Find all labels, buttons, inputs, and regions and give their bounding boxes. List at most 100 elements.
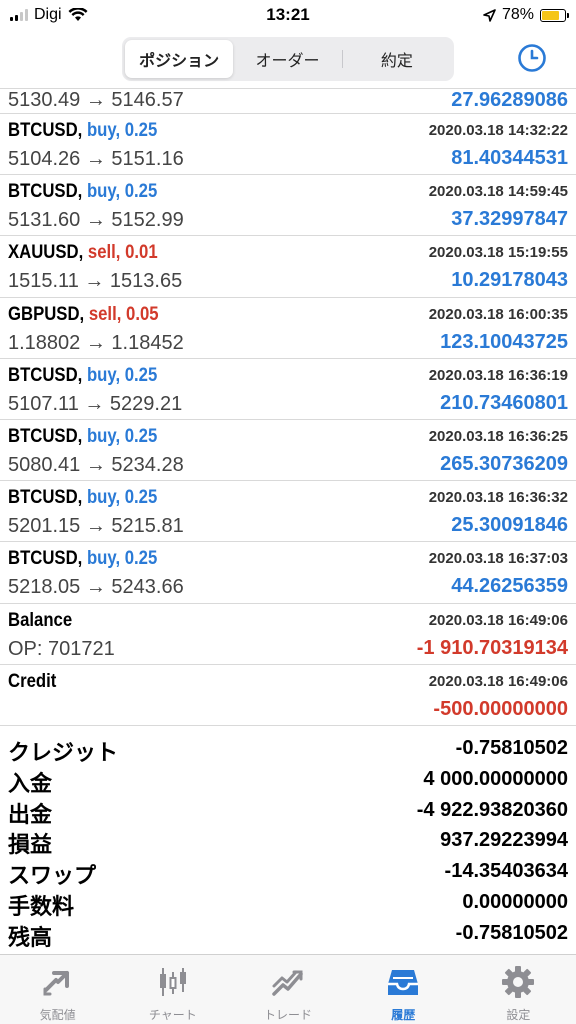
deal-time: 2020.03.18 16:36:25 (428, 427, 568, 445)
settings-icon (502, 966, 535, 998)
summary-label: 残高 (8, 924, 53, 950)
deal-profit: 10.29178043 (451, 269, 568, 292)
tabbar-label: チャート (148, 1008, 197, 1022)
summary-label: 手数料 (8, 893, 75, 919)
deal-side-volume: buy, 0.25 (86, 548, 158, 570)
summary-row: 損益 937.29223994 (0, 826, 576, 857)
deal-prices: 5131.60 → 5152.99 (8, 209, 184, 232)
summary-value: -0.75810502 (455, 921, 568, 944)
tab-orders[interactable]: オーダー (233, 40, 341, 78)
history-row[interactable]: Balance 2020.03.18 16:49:06 OP: 701721 -1 9… (0, 604, 576, 665)
deal-prices: 1515.11 → 1513.65 (8, 270, 183, 293)
deal-profit: 265.30736209 (440, 452, 568, 475)
deal-title: BTCUSD, buy, 0.25 (8, 365, 157, 387)
deal-symbol: Balance (8, 609, 73, 631)
summary-value: 4 000.00000000 (423, 767, 568, 790)
quotes-icon (43, 971, 69, 996)
summary-row: 入金 4 000.00000000 (0, 765, 576, 796)
history-row[interactable]: XAUUSD, sell, 0.01 2020.03.18 15:19:55 151… (0, 236, 576, 298)
history-row[interactable]: BTCUSD, buy, 0.25 2020.03.18 16:36:19 5107… (0, 359, 576, 420)
deal-time: 2020.03.18 16:49:06 (428, 611, 568, 629)
summary-label: 損益 (8, 832, 53, 858)
deal-profit: 81.40344531 (451, 147, 568, 169)
summary-value: -0.75810502 (455, 737, 568, 759)
deal-time: 2020.03.18 16:36:19 (428, 366, 568, 384)
deal-profit: 37.32997847 (451, 208, 568, 231)
summary-label: クレジット (8, 740, 119, 765)
clock-icon (518, 44, 546, 72)
deal-symbol: BTCUSD, (8, 364, 83, 386)
tabbar-item-history[interactable]: 履歴 (346, 955, 461, 1024)
history-icon (388, 970, 419, 995)
status-right: 78% (483, 6, 569, 24)
deal-profit: 25.30091846 (451, 514, 568, 537)
deal-side-volume: buy, 0.25 (86, 487, 158, 509)
deal-time: 2020.03.18 14:32:22 (428, 122, 568, 139)
summary-row: 手数料 0.00000000 (0, 888, 576, 919)
tabbar-label: トレード (264, 1008, 313, 1022)
summary-row: クレジット -0.75810502 (0, 734, 576, 765)
tab-positions[interactable]: ポジション (125, 40, 234, 78)
history-row[interactable]: Credit 2020.03.18 16:49:06 -500.00000000 (0, 665, 576, 726)
history-row[interactable]: BTCUSD, buy, 0.25 2020.03.18 16:36:32 5201… (0, 481, 576, 543)
summary-value: -4 922.93820360 (416, 798, 568, 821)
deal-profit: 44.26256359 (451, 575, 568, 598)
tabbar-label: 履歴 (391, 1008, 416, 1022)
summary-value: -14.35403634 (444, 860, 568, 883)
deal-title: BTCUSD, buy, 0.25 (8, 487, 157, 509)
deal-prices: 5104.26 → 5151.16 (8, 148, 184, 170)
deal-side-volume: buy, 0.25 (86, 181, 158, 203)
deal-time: 2020.03.18 16:37:03 (428, 550, 568, 568)
history-row[interactable]: BTCUSD, buy, 0.25 2020.03.18 16:37:03 5218… (0, 542, 576, 604)
status-bar: Digi 13:21 78% (0, 0, 576, 32)
deal-side-volume: buy, 0.25 (86, 364, 158, 386)
bottom-tab-bar: 気配値 チャート トレード 履歴 設定 (0, 954, 576, 1024)
deal-side-volume: sell, 0.05 (88, 303, 159, 325)
period-clock-button[interactable] (516, 42, 548, 74)
deal-profit: 210.73460801 (440, 391, 568, 414)
summary-label: スワップ (8, 863, 97, 889)
history-row[interactable]: BTCUSD, buy, 0.25 2020.03.18 14:32:22 5104… (0, 114, 576, 176)
summary-value: 0.00000000 (462, 890, 568, 913)
deal-time: 2020.03.18 15:19:55 (428, 244, 568, 262)
tabbar-item-trade[interactable]: トレード (230, 955, 345, 1024)
deal-symbol: Credit (8, 670, 57, 692)
deal-prices: 5218.05 → 5243.66 (8, 576, 184, 599)
deal-profit: 27.96289086 (451, 89, 568, 111)
deal-time: 2020.03.18 14:59:45 (428, 183, 568, 201)
deal-prices: 5107.11 → 5229.21 (8, 392, 183, 415)
account-summary: クレジット -0.75810502 入金 4 000.00000000 出金 -4 922… (0, 734, 576, 950)
deal-prices: 5080.41 → 5234.28 (8, 453, 184, 476)
deal-title: Balance (8, 610, 72, 632)
deal-prices: 5201.15 → 5215.81 (8, 515, 184, 538)
summary-row: 残高 -0.75810502 (0, 919, 576, 950)
location-arrow-icon (483, 8, 496, 22)
deal-title: BTCUSD, buy, 0.25 (8, 548, 157, 570)
deal-time: 2020.03.18 16:49:06 (428, 672, 568, 690)
trade-icon (272, 970, 303, 996)
deal-title: XAUUSD, sell, 0.01 (8, 242, 158, 264)
deal-prices: OP: 701721 (8, 637, 115, 660)
deal-title: GBPUSD, sell, 0.05 (8, 304, 159, 326)
deal-side-volume: buy, 0.25 (86, 425, 158, 447)
tabbar-item-chart[interactable]: チャート (115, 955, 230, 1024)
summary-label: 入金 (8, 770, 53, 796)
deal-title: BTCUSD, buy, 0.25 (8, 120, 157, 142)
history-row[interactable]: BTCUSD, buy, 0.25 2020.03.18 14:59:45 5131… (0, 175, 576, 237)
tab-deals[interactable]: 約定 (343, 40, 451, 78)
deal-symbol: BTCUSD, (8, 425, 83, 447)
tabbar-item-settings[interactable]: 設定 (461, 955, 576, 1024)
summary-value: 937.29223994 (440, 829, 568, 852)
deal-profit: -1 910.70319134 (416, 636, 568, 659)
deal-symbol: BTCUSD, (8, 120, 83, 141)
tabbar-item-quotes[interactable]: 気配値 (0, 955, 115, 1024)
history-row[interactable]: GBPUSD, sell, 0.05 2020.03.18 16:00:35 1.1… (0, 298, 576, 359)
deal-symbol: XAUUSD, (8, 242, 84, 264)
history-row[interactable]: 5130.49 → 5146.57 27.96289086 (0, 88, 576, 114)
history-list[interactable]: 5130.49 → 5146.57 27.96289086 BTCUSD, buy,… (0, 88, 576, 726)
deal-profit: 123.10043725 (440, 330, 568, 353)
deal-time: 2020.03.18 16:36:32 (428, 489, 568, 507)
tabbar-label: 設定 (506, 1008, 531, 1022)
history-row[interactable]: BTCUSD, buy, 0.25 2020.03.18 16:36:25 5080… (0, 420, 576, 482)
deal-prices: 1.18802 → 1.18452 (8, 331, 184, 354)
